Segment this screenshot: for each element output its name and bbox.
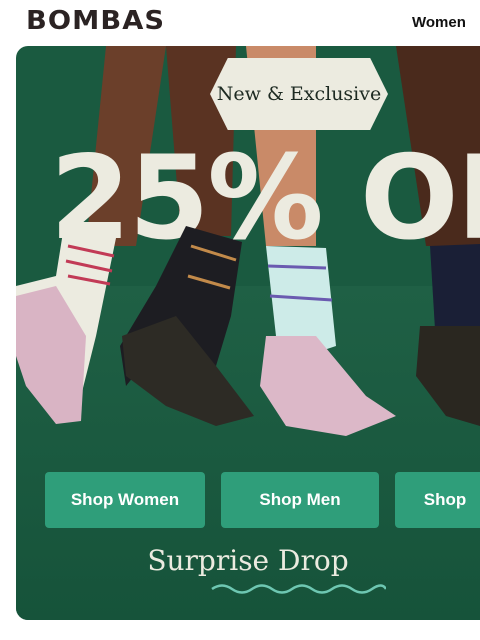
new-exclusive-badge: New & Exclusive [210, 58, 388, 130]
socks-image [16, 226, 480, 436]
site-header: BOMBAS Women [0, 0, 480, 46]
shop-women-button[interactable]: Shop Women [45, 472, 205, 528]
promo-hero-banner[interactable]: New & Exclusive 25% OFF Shop Women Shop … [16, 46, 480, 620]
wave-underline [211, 584, 386, 594]
shop-more-button[interactable]: Shop [395, 472, 480, 528]
bombas-logo[interactable]: BOMBAS [26, 6, 165, 36]
shop-men-button[interactable]: Shop Men [221, 472, 379, 528]
nav-women-link[interactable]: Women [412, 14, 466, 31]
surprise-drop-title: Surprise Drop [147, 544, 349, 577]
